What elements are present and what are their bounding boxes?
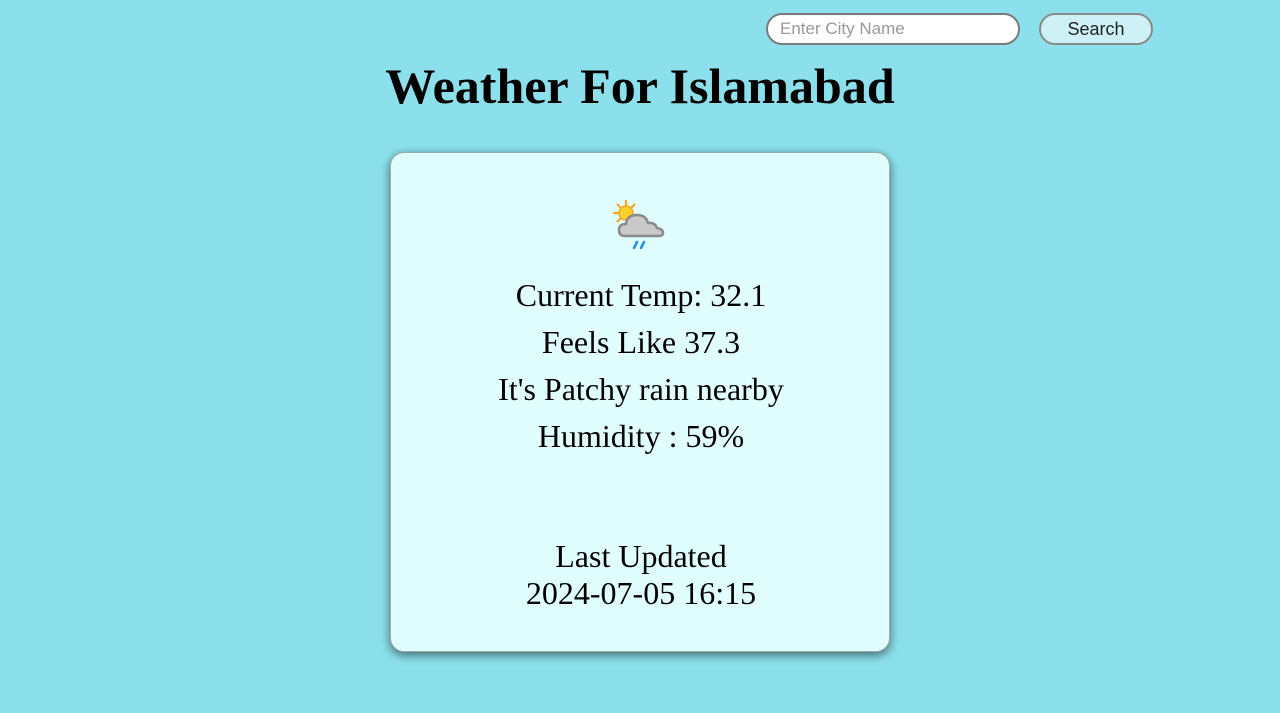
- feels-like: Feels Like 37.3: [541, 324, 741, 360]
- city-search-input[interactable]: [766, 13, 1020, 45]
- search-bar: Search: [0, 12, 1280, 46]
- humidity: Humidity : 59%: [537, 418, 745, 454]
- weather-condition: It's Patchy rain nearby: [498, 371, 784, 407]
- search-button[interactable]: Search: [1039, 13, 1153, 45]
- last-updated-time: 2024-07-05 16:15: [525, 575, 757, 611]
- sun-behind-rain-cloud-icon: [612, 199, 665, 250]
- page-title: Weather For Islamabad: [385, 58, 895, 114]
- last-updated-label: Last Updated: [555, 538, 727, 574]
- weather-card: Current Temp: 32.1 Feels Like 37.3 It's …: [390, 152, 890, 652]
- current-temp: Current Temp: 32.1: [515, 277, 767, 313]
